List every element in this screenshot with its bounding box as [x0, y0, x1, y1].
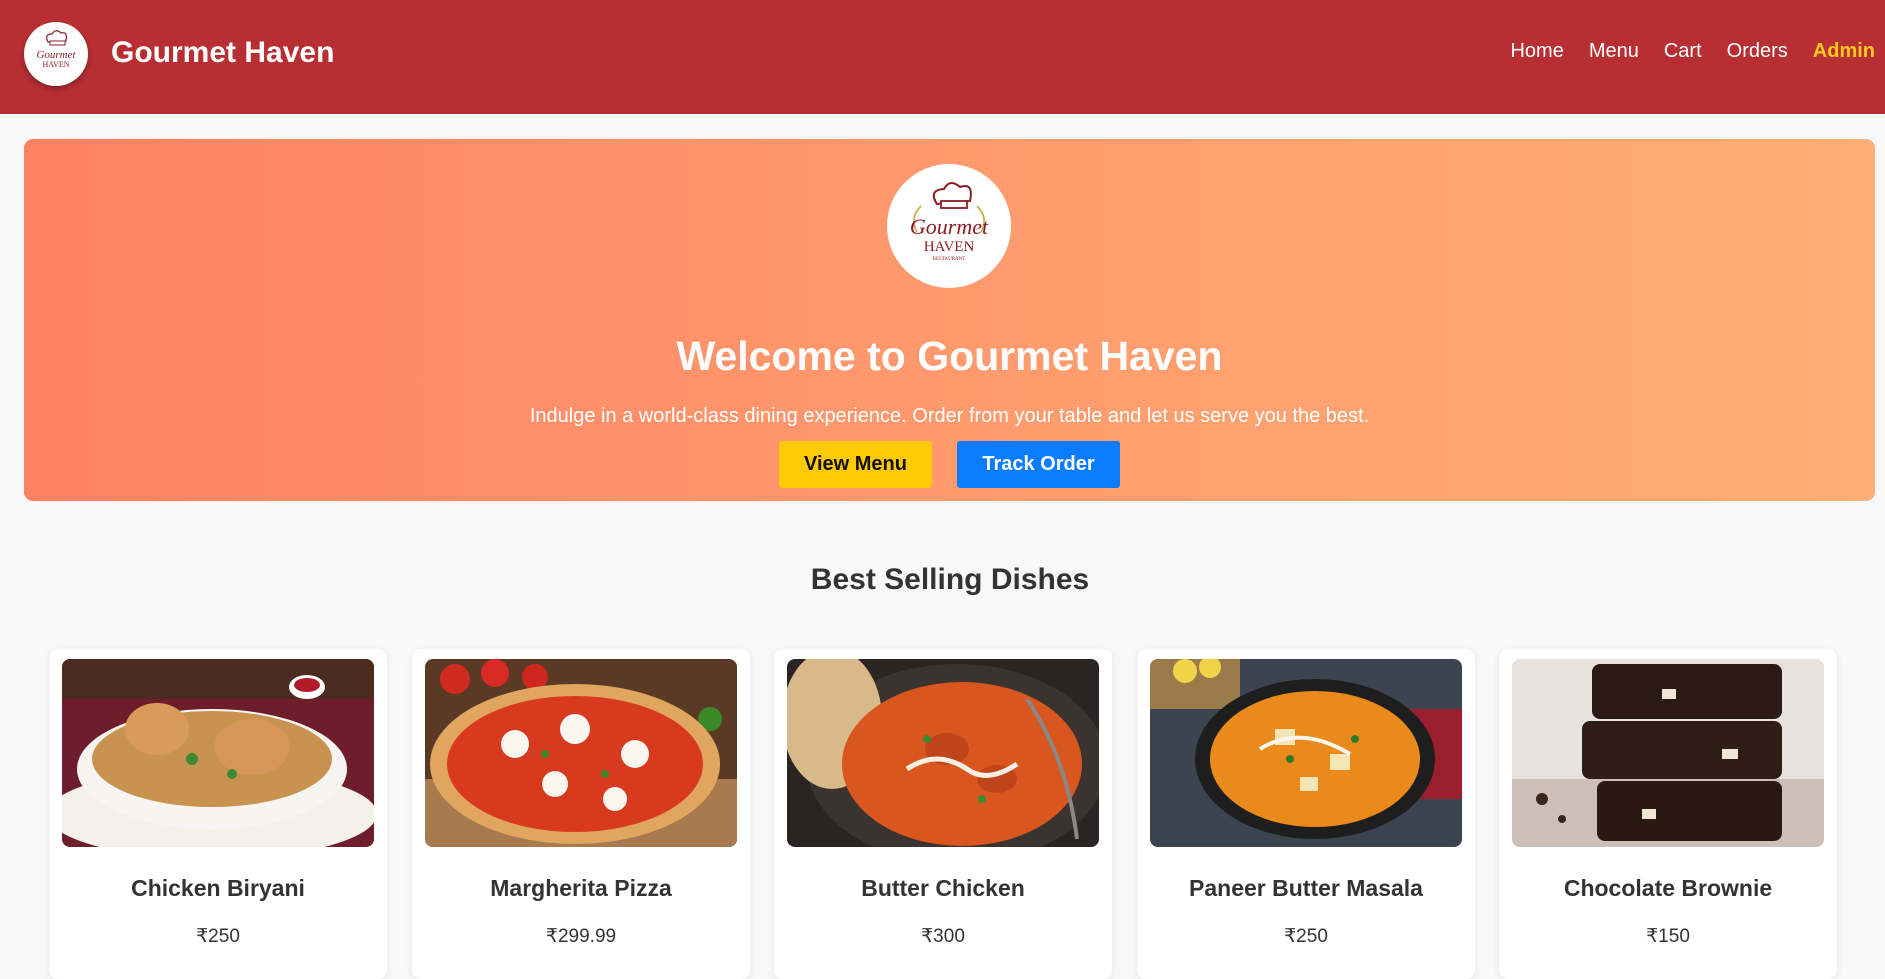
paneer-butter-masala-image[interactable]: [1150, 659, 1462, 847]
dish-card-chocolate-brownie[interactable]: Chocolate Brownie ₹150: [1499, 649, 1837, 979]
view-menu-button[interactable]: View Menu: [779, 441, 932, 488]
main-nav: Home Menu Cart Orders Admin: [1485, 40, 1875, 63]
dish-card-margherita-pizza[interactable]: Margherita Pizza ₹299.99: [412, 649, 750, 979]
dish-name: Margherita Pizza: [490, 875, 672, 901]
logo-text-line3: RESTAURANT: [933, 257, 966, 262]
dish-name: Chocolate Brownie: [1563, 875, 1773, 901]
dish-card-paneer-butter-masala[interactable]: Paneer Butter Masala ₹250: [1137, 649, 1475, 979]
dish-price: ₹250: [1284, 926, 1328, 947]
brand-logo[interactable]: Gourmet HAVEN: [24, 22, 88, 86]
dish-name: Butter Chicken: [861, 875, 1025, 901]
dish-price: ₹250: [196, 926, 240, 947]
nav-link-menu[interactable]: Menu: [1589, 40, 1639, 63]
dish-card-butter-chicken[interactable]: Butter Chicken ₹300: [774, 649, 1112, 979]
dish-price: ₹299.99: [545, 926, 617, 947]
nav-link-cart[interactable]: Cart: [1664, 40, 1702, 63]
hero-title: Welcome to Gourmet Haven: [676, 333, 1223, 379]
nav-link-home[interactable]: Home: [1510, 40, 1563, 63]
section-title: Best Selling Dishes: [810, 563, 1090, 596]
dish-price: ₹150: [1646, 926, 1690, 947]
hero-banner: Gourmet HAVEN RESTAURANT Welcome to Gour…: [24, 139, 1875, 501]
logo-text-line1: Gourmet: [910, 214, 989, 239]
logo-text-line2: HAVEN: [924, 239, 975, 255]
dish-name: Chicken Biryani: [131, 875, 305, 901]
hero-logo: Gourmet HAVEN RESTAURANT: [887, 164, 1011, 288]
track-order-button[interactable]: Track Order: [957, 441, 1120, 488]
butter-chicken-image[interactable]: [787, 659, 1099, 847]
dish-card-chicken-biryani[interactable]: Chicken Biryani ₹250: [49, 649, 387, 979]
margherita-pizza-image[interactable]: [425, 659, 737, 847]
dish-name: Paneer Butter Masala: [1189, 875, 1423, 901]
hero-subtitle: Indulge in a world-class dining experien…: [529, 405, 1370, 427]
brand-title[interactable]: Gourmet Haven: [111, 36, 334, 70]
chocolate-brownie-image[interactable]: [1512, 659, 1824, 847]
chicken-biryani-image[interactable]: [62, 659, 374, 847]
top-navbar: Gourmet HAVEN Gourmet Haven Home Menu Ca…: [0, 0, 1885, 114]
dish-price: ₹300: [921, 926, 965, 947]
svg-text:HAVEN: HAVEN: [43, 60, 70, 69]
nav-link-admin[interactable]: Admin: [1813, 40, 1875, 63]
nav-link-orders[interactable]: Orders: [1727, 40, 1788, 63]
